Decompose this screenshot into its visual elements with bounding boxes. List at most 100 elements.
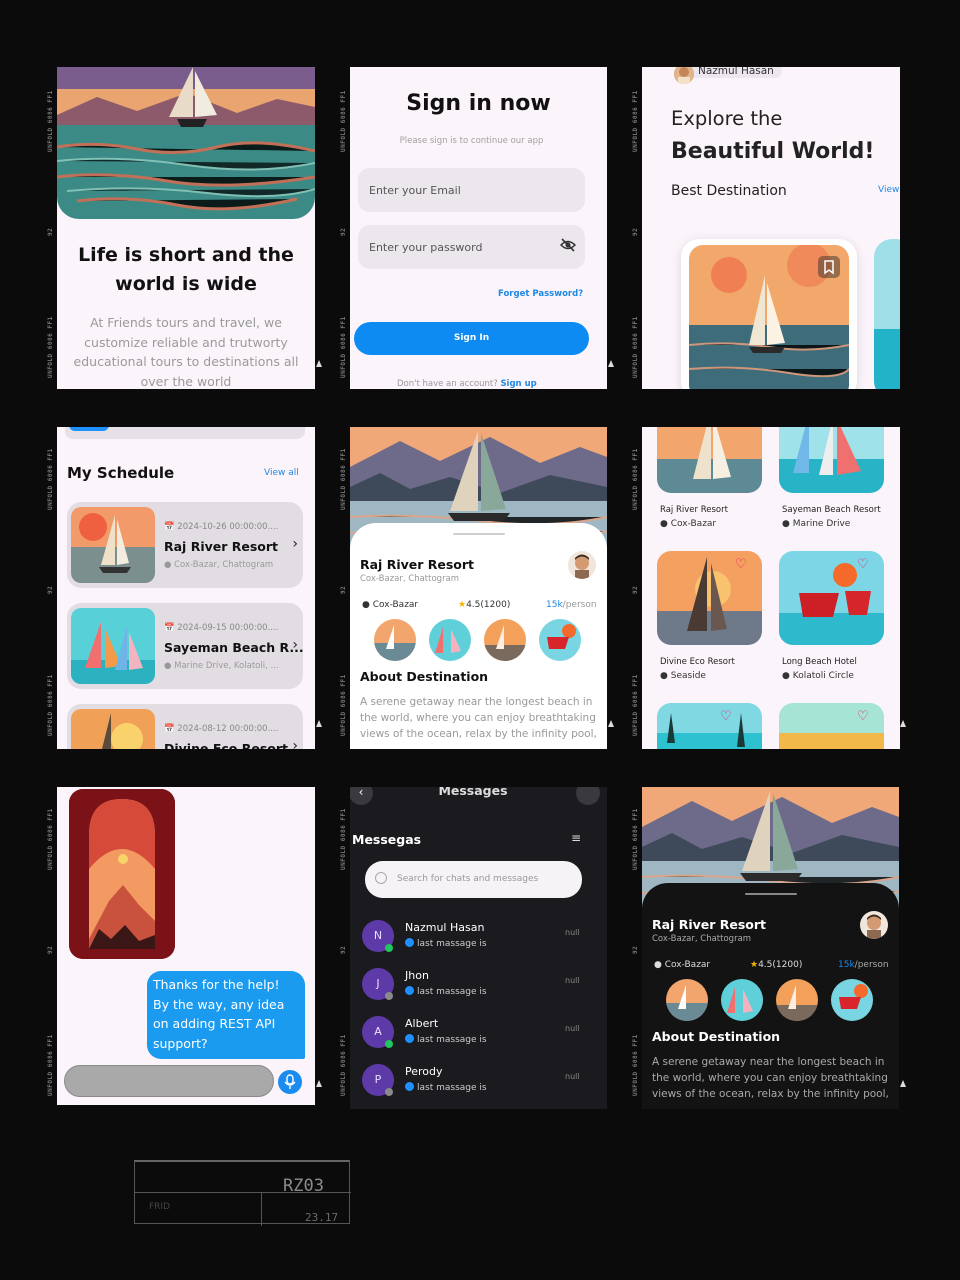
destination-card-partial[interactable] xyxy=(874,239,900,389)
chat-image-message[interactable] xyxy=(69,789,175,959)
details-screen-dark: Raj River Resort Cox-Bazar, Chattogram ●… xyxy=(642,787,899,1109)
schedule-location-text: Marine Drive, Kolatoli, ... xyxy=(174,661,279,671)
film-edge-code: UNFOLD 6086 FF1 xyxy=(340,90,347,152)
film-frame-number: 92 xyxy=(632,585,639,594)
heart-icon[interactable]: ♡ xyxy=(720,709,732,724)
tab-active-day[interactable] xyxy=(69,427,109,431)
gallery-thumb[interactable] xyxy=(484,619,526,661)
gallery-thumb[interactable] xyxy=(374,619,416,661)
details-title: Raj River Resort xyxy=(360,557,475,572)
film-marker xyxy=(900,720,906,727)
forgot-password-link[interactable]: Forget Password? xyxy=(498,289,583,299)
film-edge-code: UNFOLD 6086 FF1 xyxy=(632,316,639,378)
gallery-thumb[interactable] xyxy=(666,979,708,1021)
conversation-row[interactable]: J Jhon last massage is null xyxy=(362,964,597,1004)
signup-link[interactable]: Sign up xyxy=(500,379,536,389)
film-marker xyxy=(316,720,322,727)
about-title: About Destination xyxy=(360,669,489,684)
gallery-thumb[interactable] xyxy=(776,979,818,1021)
menu-icon[interactable] xyxy=(576,787,600,805)
about-title: About Destination xyxy=(652,1029,781,1044)
messages-heading: Messegas xyxy=(352,832,422,847)
about-text: A serene getaway near the longest beach … xyxy=(652,1056,889,1100)
destination-grid-screen: Raj River Resort ● Cox-Bazar Sayeman Bea… xyxy=(642,427,900,749)
schedule-name: Sayeman Beach R... xyxy=(164,640,304,655)
message-time: null xyxy=(565,976,580,985)
contact-name: Nazmul Hasan xyxy=(405,921,485,934)
microphone-icon[interactable] xyxy=(278,1070,302,1094)
password-field[interactable]: Enter your password xyxy=(358,225,585,269)
heart-icon[interactable]: ♡ xyxy=(735,557,747,572)
film-edge-code: UNFOLD 6086 FF1 xyxy=(632,448,639,510)
schedule-date-text: 2024-09-15 00:00:00.... xyxy=(177,623,279,633)
location-pin-icon: ● xyxy=(362,600,370,610)
bookmark-icon[interactable] xyxy=(818,256,840,278)
film-edge-code: UNFOLD 6086 FF1 xyxy=(632,674,639,736)
chevron-right-icon[interactable]: › xyxy=(292,738,298,749)
host-avatar[interactable] xyxy=(860,911,888,939)
grid-card-image[interactable] xyxy=(657,427,762,493)
messages-screen: ‹ Messages Messegas ≡ Search for chats a… xyxy=(350,787,607,1109)
compose-icon[interactable]: ≡ xyxy=(571,831,581,845)
grid-card-name: Sayeman Beach Resort xyxy=(782,505,881,515)
last-message: last massage is xyxy=(405,986,487,997)
film-edge-code: UNFOLD 6086 FF1 xyxy=(340,448,347,510)
details-sheet: Raj River Resort Cox-Bazar, Chattogram ●… xyxy=(642,883,899,1109)
location-pin-icon: ● xyxy=(660,519,668,529)
details-location: ● Cox-Bazar xyxy=(654,960,710,970)
about-text: A serene getaway near the longest beach … xyxy=(360,696,597,740)
film-edge-code: UNFOLD 6086 FF1 xyxy=(47,674,54,736)
gallery-thumb[interactable] xyxy=(831,979,873,1021)
film-edge-code: UNFOLD 6086 FF1 xyxy=(47,1034,54,1096)
schedule-card[interactable]: 📅 2024-08-12 00:00:00.... Divine Eco Res… xyxy=(67,704,303,749)
grid-card-location: ● Kolatoli Circle xyxy=(782,671,854,681)
film-marker xyxy=(900,1080,906,1087)
host-avatar[interactable] xyxy=(568,551,596,579)
sheet-handle[interactable] xyxy=(744,893,797,895)
grid-card-image[interactable] xyxy=(657,703,762,749)
schedule-location-text: Cox-Bazar, Chattogram xyxy=(174,560,274,570)
schedule-location: ● Marine Drive, Kolatoli, ... xyxy=(164,661,279,671)
gallery-thumb[interactable] xyxy=(429,619,471,661)
user-avatar[interactable] xyxy=(674,67,694,84)
conversation-row[interactable]: P Perody last massage is null xyxy=(362,1060,597,1100)
eye-off-icon[interactable] xyxy=(559,238,577,255)
details-sheet: Raj River Resort Cox-Bazar, Chattogram ●… xyxy=(350,523,607,749)
headline-world: Beautiful World! xyxy=(671,139,875,164)
film-frame-number: 92 xyxy=(47,945,54,954)
price-unit: /person xyxy=(854,960,889,970)
film-marker xyxy=(316,1080,322,1087)
last-message-text: last massage is xyxy=(417,987,487,997)
heart-icon[interactable]: ♡ xyxy=(857,709,869,724)
contact-name: Albert xyxy=(405,1017,439,1030)
schedule-date: 📅 2024-10-26 00:00:00.... xyxy=(164,522,279,532)
stamp-label: FRID xyxy=(149,1202,171,1212)
last-message-text: last massage is xyxy=(417,1035,487,1045)
chevron-right-icon[interactable]: › xyxy=(292,536,298,552)
offline-status-indicator xyxy=(385,992,393,1000)
contact-name: Perody xyxy=(405,1065,443,1078)
search-input[interactable]: Search for chats and messages xyxy=(365,861,582,898)
chat-input[interactable] xyxy=(64,1065,274,1097)
film-edge-code: UNFOLD 6086 FF1 xyxy=(340,674,347,736)
email-field[interactable]: Enter your Email xyxy=(358,168,585,212)
conversation-row[interactable]: A Albert last massage is null xyxy=(362,1012,597,1052)
grid-card-image[interactable] xyxy=(779,427,884,493)
conversation-row[interactable]: N Nazmul Hasan last massage is null xyxy=(362,916,597,956)
gallery-thumb[interactable] xyxy=(539,619,581,661)
signin-button[interactable]: Sign In xyxy=(354,322,589,355)
schedule-screen: My Schedule View all 📅 2024-10-26 00:00:… xyxy=(57,427,315,749)
sheet-handle[interactable] xyxy=(452,533,505,535)
heart-icon[interactable]: ♡ xyxy=(857,557,869,572)
onboarding-hero-image xyxy=(57,67,315,219)
signin-title: Sign in now xyxy=(406,91,551,116)
gallery-thumb[interactable] xyxy=(721,979,763,1021)
schedule-card[interactable]: 📅 2024-09-15 00:00:00.... Sayeman Beach … xyxy=(67,603,304,689)
rating-count: (1200) xyxy=(480,600,511,610)
day-tabs[interactable] xyxy=(65,427,305,439)
chevron-right-icon[interactable]: › xyxy=(292,637,298,653)
schedule-view-all[interactable]: View all xyxy=(264,468,299,478)
search-placeholder: Search for chats and messages xyxy=(397,874,539,884)
view-all-link[interactable]: View xyxy=(878,185,899,195)
schedule-card[interactable]: 📅 2024-10-26 00:00:00.... Raj River Reso… xyxy=(67,502,303,588)
